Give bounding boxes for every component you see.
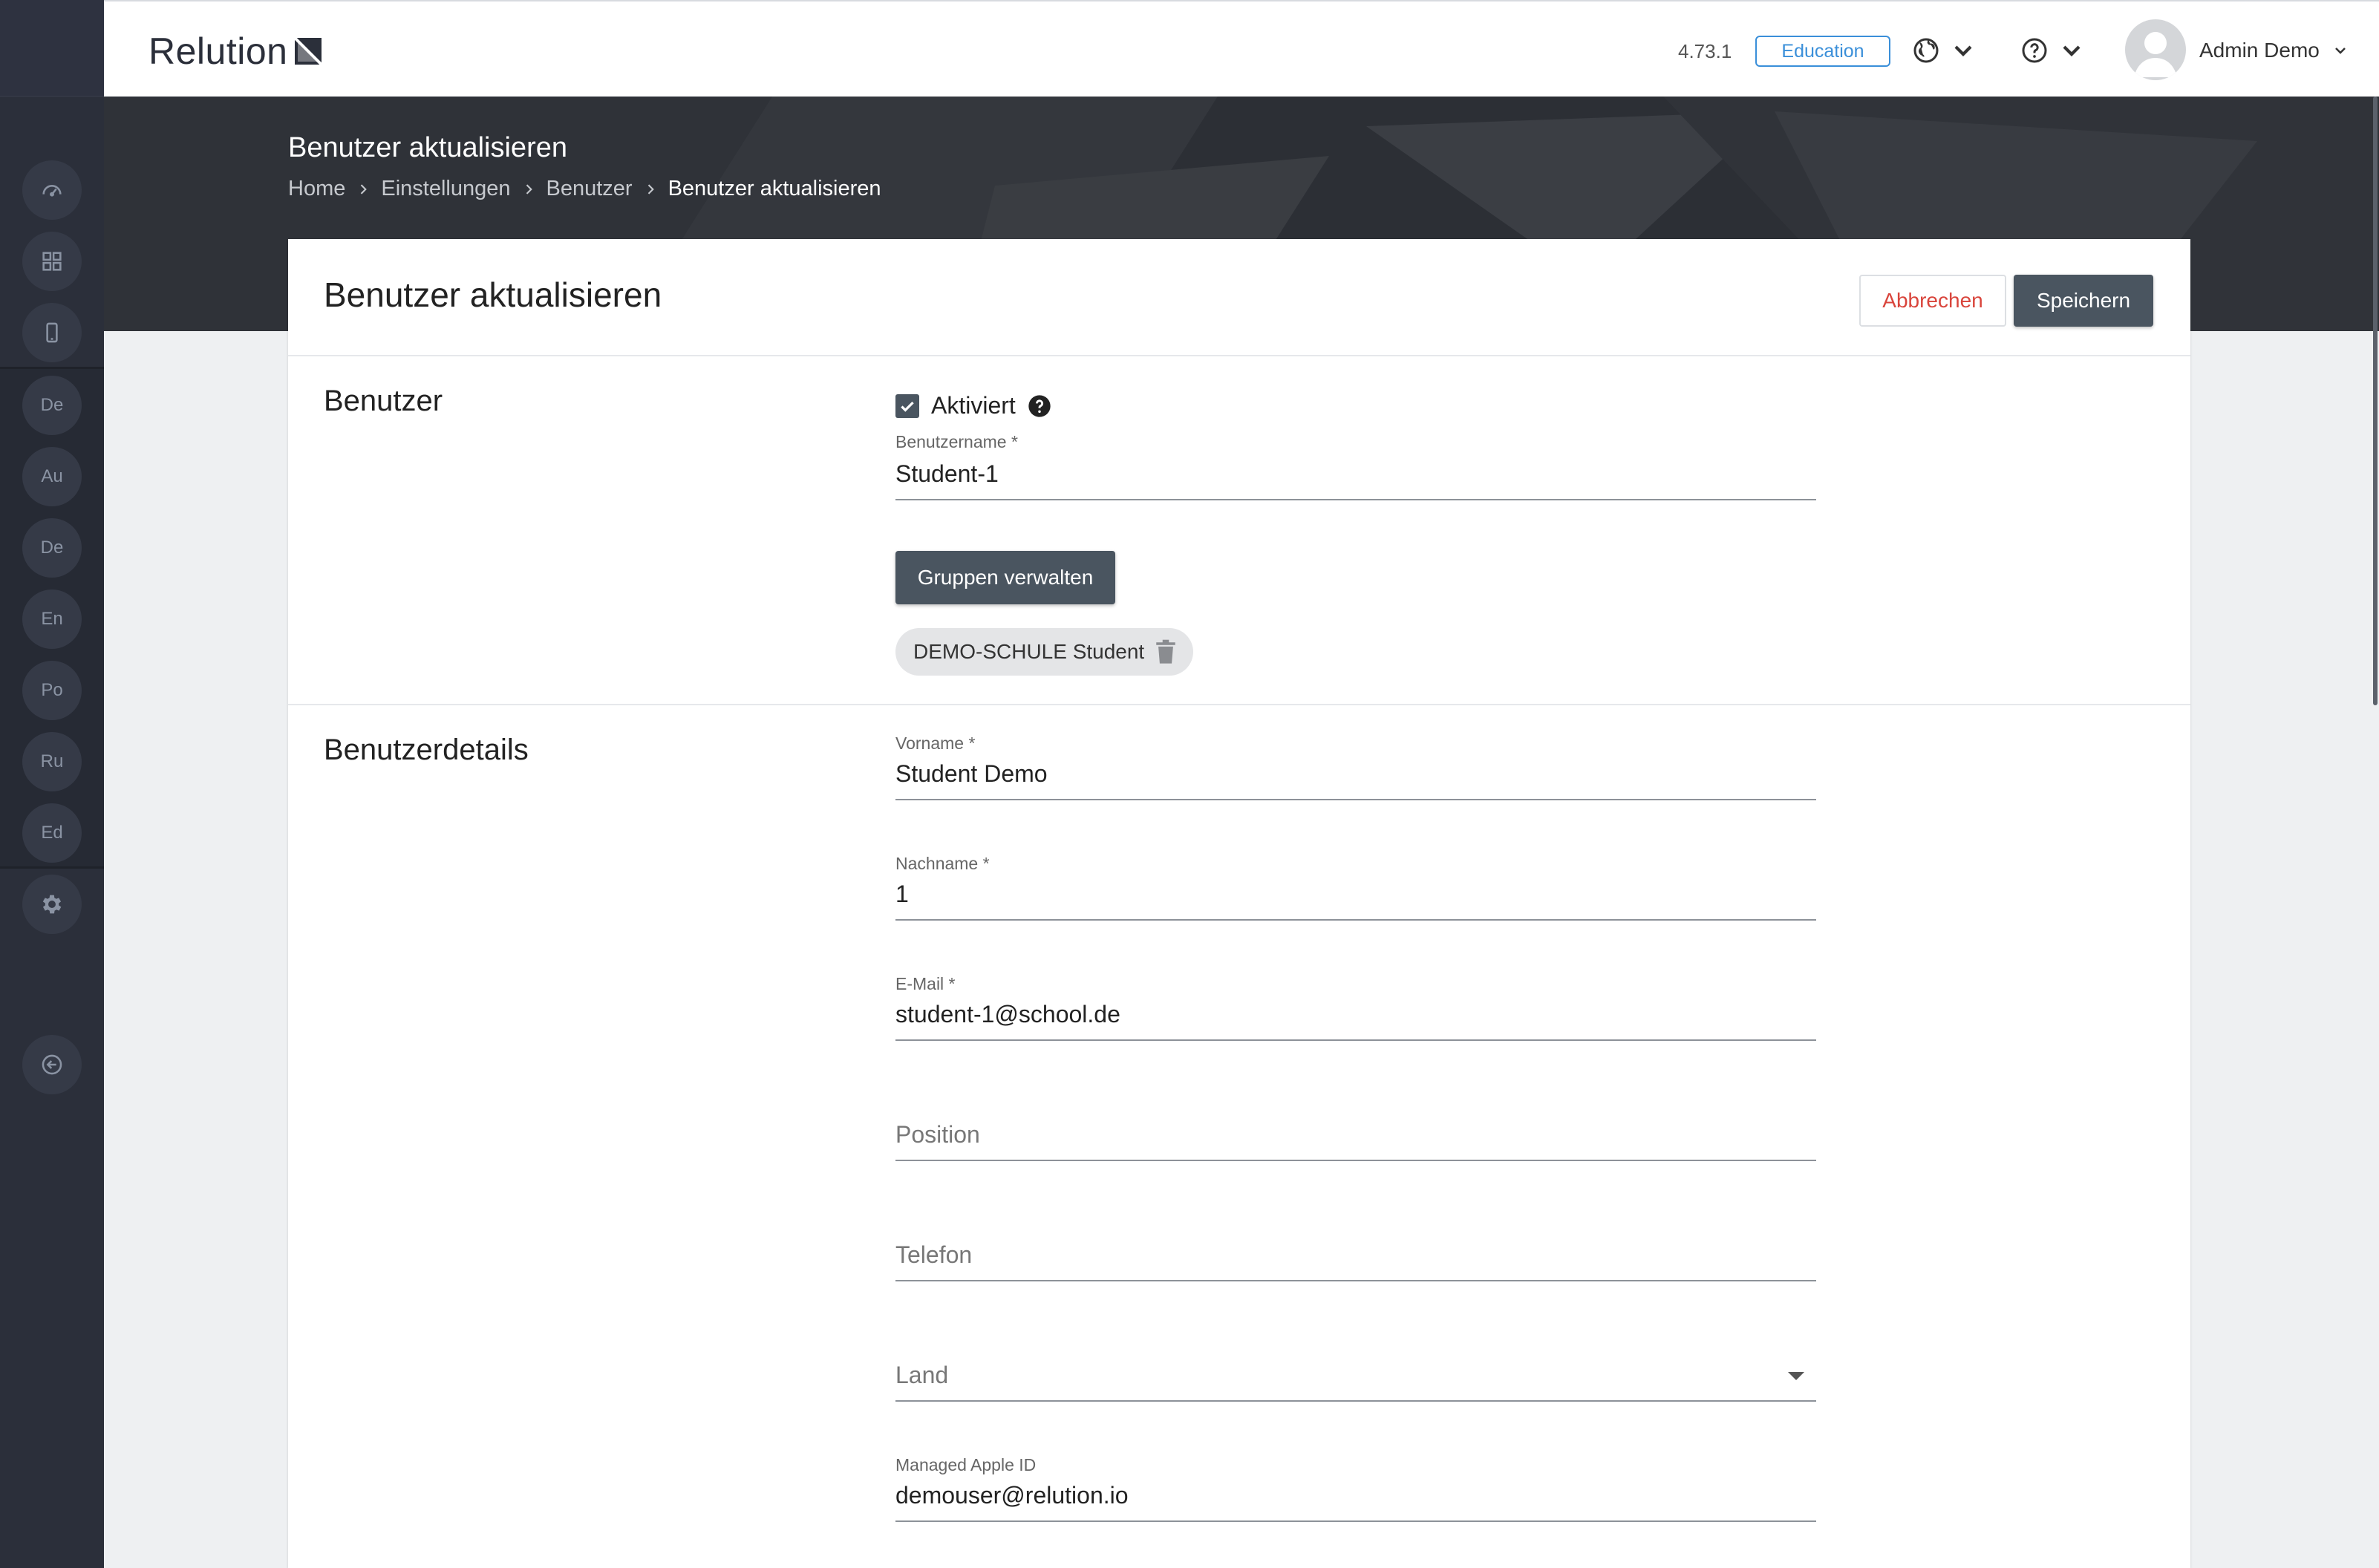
sidebar-header xyxy=(0,0,104,97)
username-label: Benutzername * xyxy=(895,432,1018,451)
cancel-button[interactable]: Abbrechen xyxy=(1859,275,2006,327)
checkmark-icon xyxy=(901,401,914,412)
group-chip: DEMO-SCHULE Student xyxy=(895,628,1194,676)
position-placeholder: Position xyxy=(895,1121,980,1148)
chevron-right-icon xyxy=(361,183,368,195)
breadcrumb-settings[interactable]: Einstellungen xyxy=(381,177,510,201)
apple-id-value[interactable]: demouser@relution.io xyxy=(895,1482,1129,1509)
chevron-right-icon xyxy=(647,183,654,195)
card-header: Benutzer aktualisieren Abbrechen Speiche… xyxy=(288,239,2190,356)
user-name[interactable]: Admin Demo xyxy=(2199,39,2320,62)
sidebar-item-org-5[interactable]: Po xyxy=(22,661,82,720)
apps-grid-icon[interactable] xyxy=(22,232,82,291)
lastname-field[interactable]: Nachname * 1 xyxy=(895,854,1816,921)
activated-label: Aktiviert xyxy=(931,392,1016,419)
gear-icon[interactable] xyxy=(22,875,82,934)
avatar[interactable] xyxy=(2125,19,2186,80)
top-bar: Relution 4.73.1 Education Admin Demo xyxy=(104,0,2379,97)
sidebar-item-org-3[interactable]: De xyxy=(22,518,82,578)
sidebar-item-label: De xyxy=(40,538,64,558)
version-label: 4.73.1 xyxy=(1678,40,1732,62)
apple-id-label: Managed Apple ID xyxy=(895,1455,1037,1474)
help-menu[interactable] xyxy=(2020,33,2086,68)
left-sidebar: De Au De En Po Ru Ed xyxy=(0,0,104,1568)
breadcrumb-home[interactable]: Home xyxy=(288,177,345,201)
firstname-label: Vorname * xyxy=(895,734,976,753)
country-select[interactable]: Land xyxy=(895,1335,1816,1402)
relution-logo[interactable]: Relution xyxy=(149,30,323,73)
section-title-details: Benutzerdetails xyxy=(324,734,529,766)
phone-field[interactable]: Telefon xyxy=(895,1215,1816,1281)
section-title-user: Benutzer xyxy=(324,385,443,417)
page-title: Benutzer aktualisieren xyxy=(288,132,567,163)
chevron-down-icon xyxy=(1954,45,1972,56)
edition-badge: Education xyxy=(1755,36,1890,67)
activated-checkbox[interactable] xyxy=(895,393,919,418)
sidebar-item-label: Ed xyxy=(41,823,63,843)
username-value[interactable]: Student-1 xyxy=(895,460,999,488)
card-title: Benutzer aktualisieren xyxy=(324,275,662,314)
save-button[interactable]: Speichern xyxy=(2014,275,2153,327)
country-placeholder: Land xyxy=(895,1362,949,1388)
chevron-down-icon xyxy=(2063,45,2081,56)
email-value[interactable]: student-1@school.de xyxy=(895,1001,1120,1028)
email-label: E-Mail * xyxy=(895,974,956,993)
sidebar-item-label: Au xyxy=(41,466,63,486)
logout-icon[interactable] xyxy=(22,1035,82,1094)
user-section: Benutzer Aktiviert Benutzername * Studen… xyxy=(288,356,2190,705)
logo-mark-icon xyxy=(294,36,323,66)
group-chip-label: DEMO-SCHULE Student xyxy=(913,640,1145,663)
manage-groups-button[interactable]: Gruppen verwalten xyxy=(895,551,1115,604)
sidebar-item-label: Ru xyxy=(40,751,64,771)
firstname-field[interactable]: Vorname * Student Demo xyxy=(895,734,1816,800)
lastname-label: Nachname * xyxy=(895,854,990,873)
help-icon[interactable] xyxy=(1028,394,1051,418)
chevron-right-icon xyxy=(526,183,532,195)
username-field[interactable]: Benutzername * Student-1 xyxy=(895,432,1816,500)
sidebar-item-org-4[interactable]: En xyxy=(22,589,82,649)
sidebar-item-label: En xyxy=(41,609,63,629)
sidebar-item-org-6[interactable]: Ru xyxy=(22,732,82,791)
dropdown-caret-icon xyxy=(1788,1372,1804,1380)
chevron-down-icon[interactable] xyxy=(2331,42,2349,59)
help-circle-icon xyxy=(2022,38,2047,63)
breadcrumb: Home Einstellungen Benutzer Benutzer akt… xyxy=(288,177,881,201)
sidebar-item-org-1[interactable]: De xyxy=(22,376,82,435)
language-menu[interactable] xyxy=(1911,33,1978,68)
position-field[interactable]: Position xyxy=(895,1094,1816,1161)
email-field[interactable]: E-Mail * student-1@school.de xyxy=(895,974,1816,1041)
breadcrumb-current: Benutzer aktualisieren xyxy=(668,177,881,200)
activated-checkbox-row[interactable]: Aktiviert xyxy=(895,392,1051,419)
sidebar-item-org-2[interactable]: Au xyxy=(22,447,82,506)
sidebar-item-org-7[interactable]: Ed xyxy=(22,803,82,863)
globe-icon xyxy=(1913,38,1939,63)
sidebar-item-label: Po xyxy=(41,680,63,700)
breadcrumb-users[interactable]: Benutzer xyxy=(546,177,633,201)
device-icon[interactable] xyxy=(22,303,82,362)
page-scrollbar[interactable] xyxy=(2373,97,2378,705)
apple-id-field[interactable]: Managed Apple ID demouser@relution.io xyxy=(895,1455,1816,1522)
dashboard-icon[interactable] xyxy=(22,160,82,220)
sidebar-divider xyxy=(0,866,104,869)
lastname-value[interactable]: 1 xyxy=(895,881,909,908)
phone-placeholder: Telefon xyxy=(895,1241,973,1268)
sidebar-item-label: De xyxy=(40,395,64,415)
firstname-value[interactable]: Student Demo xyxy=(895,760,1048,788)
trash-icon[interactable] xyxy=(1155,639,1177,664)
user-details-section: Benutzerdetails Vorname * Student Demo N… xyxy=(288,705,2190,1567)
user-edit-card: Benutzer aktualisieren Abbrechen Speiche… xyxy=(288,239,2190,1568)
logo-text: Relution xyxy=(149,30,288,72)
